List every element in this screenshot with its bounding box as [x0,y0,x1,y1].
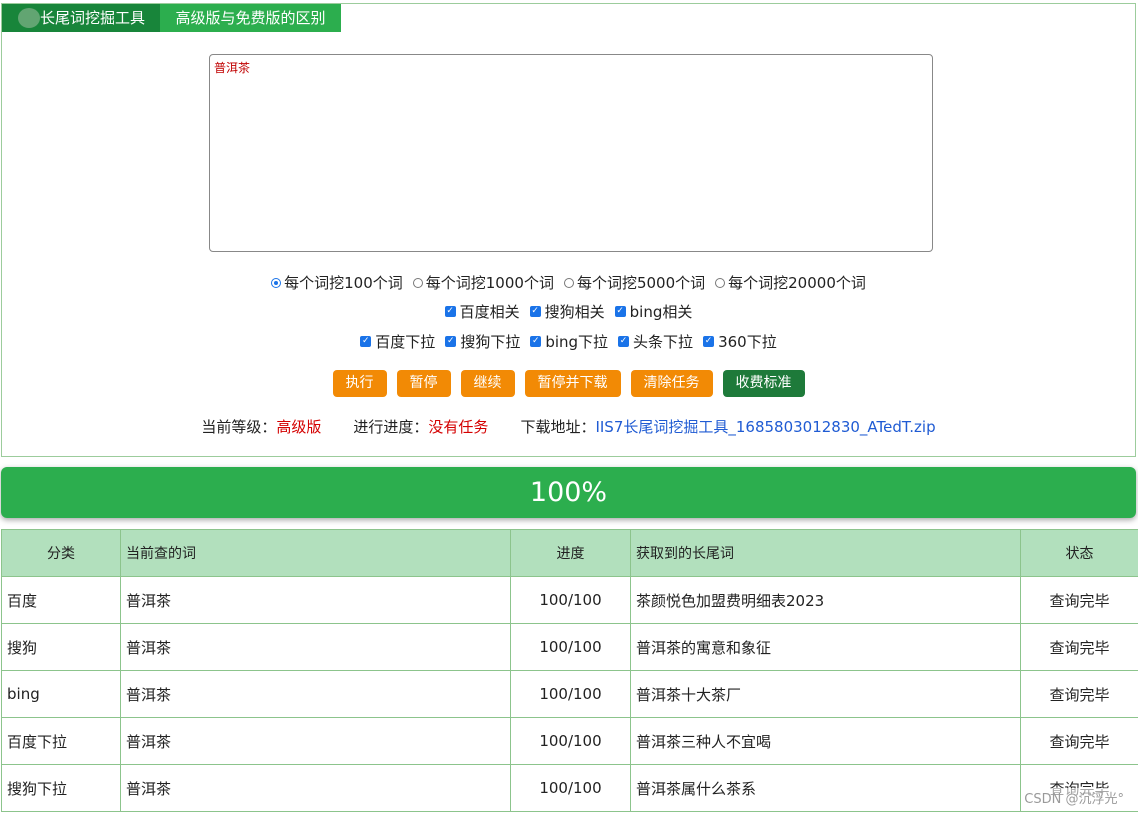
checkbox-sogou-related[interactable]: ✓ 搜狗相关 [529,301,605,322]
table-row: 百度 普洱茶 100/100 茶颜悦色加盟费明细表2023 查询完毕 [1,576,1138,624]
radio-icon [563,277,574,288]
cell-status: 查询完毕 [1020,623,1138,671]
cell-status: 查询完毕 [1020,717,1138,765]
checkbox-checked-icon: ✓ [703,336,715,347]
table-row: 搜狗下拉 普洱茶 100/100 普洱茶属什么茶系 查询完毕 [1,764,1138,812]
table-row: 百度下拉 普洱茶 100/100 普洱茶三种人不宜喝 查询完毕 [1,717,1138,765]
cell-longtail: 茶颜悦色加盟费明细表2023 [630,576,1021,624]
checkbox-checked-icon: ✓ [529,306,541,317]
cell-progress: 100/100 [510,670,631,718]
tool-panel: 长尾词挖掘工具 高级版与免费版的区别 每个词挖100个词 每个词挖1000个词 … [1,3,1136,457]
table-row: bing 普洱茶 100/100 普洱茶十大茶厂 查询完毕 [1,670,1138,718]
table-row: 搜狗 普洱茶 100/100 普洱茶的寓意和象征 查询完毕 [1,623,1138,671]
cell-category: 搜狗下拉 [1,764,121,812]
cell-progress: 100/100 [510,717,631,765]
progress-bar: 100% [1,467,1136,518]
cell-progress: 100/100 [510,623,631,671]
header-status: 状态 [1020,529,1138,577]
radio-selected-icon [271,277,282,288]
radio-icon [412,277,423,288]
download-link[interactable]: IIS7长尾词挖掘工具_1685803012830_ATedT.zip [595,418,935,436]
watermark: CSDN @沉浮光° [1024,788,1124,807]
cell-longtail: 普洱茶十大茶厂 [630,670,1021,718]
progress-text: 100% [529,477,608,508]
cell-category: 百度 [1,576,121,624]
download-status: 下载地址：IIS7长尾词挖掘工具_1685803012830_ATedT.zip [520,418,936,436]
cell-progress: 100/100 [510,576,631,624]
progress-value: 没有任务 [428,418,489,436]
radio-option-20000[interactable]: 每个词挖20000个词 [715,272,866,293]
cell-category: 搜狗 [1,623,121,671]
checkbox-bing-related[interactable]: ✓ bing相关 [614,301,692,322]
keyword-input[interactable] [209,54,933,252]
app-logo-icon [18,8,40,28]
header-progress: 进度 [510,529,631,577]
cell-word: 普洱茶 [120,576,511,624]
count-options: 每个词挖100个词 每个词挖1000个词 每个词挖5000个词 每个词挖2000… [2,272,1135,293]
cell-word: 普洱茶 [120,670,511,718]
radio-option-1000[interactable]: 每个词挖1000个词 [412,272,554,293]
clear-task-button[interactable]: 清除任务 [630,370,713,397]
checkbox-toutiao-dropdown[interactable]: ✓ 头条下拉 [618,331,693,352]
pause-button[interactable]: 暂停 [396,370,451,397]
cell-longtail: 普洱茶属什么茶系 [630,764,1021,812]
radio-option-100[interactable]: 每个词挖100个词 [271,272,403,293]
cell-status: 查询完毕 [1020,670,1138,718]
dropdown-sources: ✓ 百度下拉 ✓ 搜狗下拉 ✓ bing下拉 ✓ 头条下拉 ✓ 360下拉 [2,331,1135,352]
header-category: 分类 [1,529,121,577]
cell-status: 查询完毕 [1020,576,1138,624]
checkbox-sogou-dropdown[interactable]: ✓ 搜狗下拉 [445,331,520,352]
level-value: 高级版 [276,418,322,436]
tab-label: 长尾词挖掘工具 [40,9,146,27]
checkbox-checked-icon: ✓ [530,336,542,347]
related-sources: ✓ 百度相关 ✓ 搜狗相关 ✓ bing相关 [2,301,1135,322]
radio-option-5000[interactable]: 每个词挖5000个词 [563,272,705,293]
tab-version-compare[interactable]: 高级版与免费版的区别 [160,4,341,32]
checkbox-360-dropdown[interactable]: ✓ 360下拉 [703,331,777,352]
pause-download-button[interactable]: 暂停并下载 [524,370,621,397]
checkbox-bing-dropdown[interactable]: ✓ bing下拉 [530,331,608,352]
cell-longtail: 普洱茶的寓意和象征 [630,623,1021,671]
header-longtail: 获取到的长尾词 [630,529,1021,577]
cell-longtail: 普洱茶三种人不宜喝 [630,717,1021,765]
checkbox-checked-icon: ✓ [618,336,630,347]
cell-category: bing [1,670,121,718]
execute-button[interactable]: 执行 [332,370,387,397]
checkbox-checked-icon: ✓ [445,336,457,347]
cell-word: 普洱茶 [120,717,511,765]
table-header-row: 分类 当前查的词 进度 获取到的长尾词 状态 [1,529,1138,577]
cell-category: 百度下拉 [1,717,121,765]
cell-progress: 100/100 [510,764,631,812]
results-table: 分类 当前查的词 进度 获取到的长尾词 状态 百度 普洱茶 100/100 茶颜… [1,529,1138,812]
header-current-word: 当前查的词 [120,529,511,577]
action-buttons: 执行 暂停 继续 暂停并下载 清除任务 收费标准 [2,370,1135,397]
tab-longtail-tool[interactable]: 长尾词挖掘工具 [2,4,160,32]
tab-bar: 长尾词挖掘工具 高级版与免费版的区别 [2,4,341,32]
checkbox-baidu-dropdown[interactable]: ✓ 百度下拉 [360,331,435,352]
checkbox-checked-icon: ✓ [444,306,456,317]
pricing-button[interactable]: 收费标准 [722,370,805,397]
status-bar: 当前等级：高级版 进行进度：没有任务 下载地址：IIS7长尾词挖掘工具_1685… [2,416,1135,437]
progress-status: 进行进度：没有任务 [353,418,489,436]
cell-word: 普洱茶 [120,764,511,812]
checkbox-checked-icon: ✓ [614,306,626,317]
progress-fill: 100% [1,467,1136,518]
checkbox-baidu-related[interactable]: ✓ 百度相关 [444,301,520,322]
resume-button[interactable]: 继续 [460,370,515,397]
radio-icon [715,277,726,288]
checkbox-checked-icon: ✓ [360,336,372,347]
level-status: 当前等级：高级版 [201,418,322,436]
cell-word: 普洱茶 [120,623,511,671]
